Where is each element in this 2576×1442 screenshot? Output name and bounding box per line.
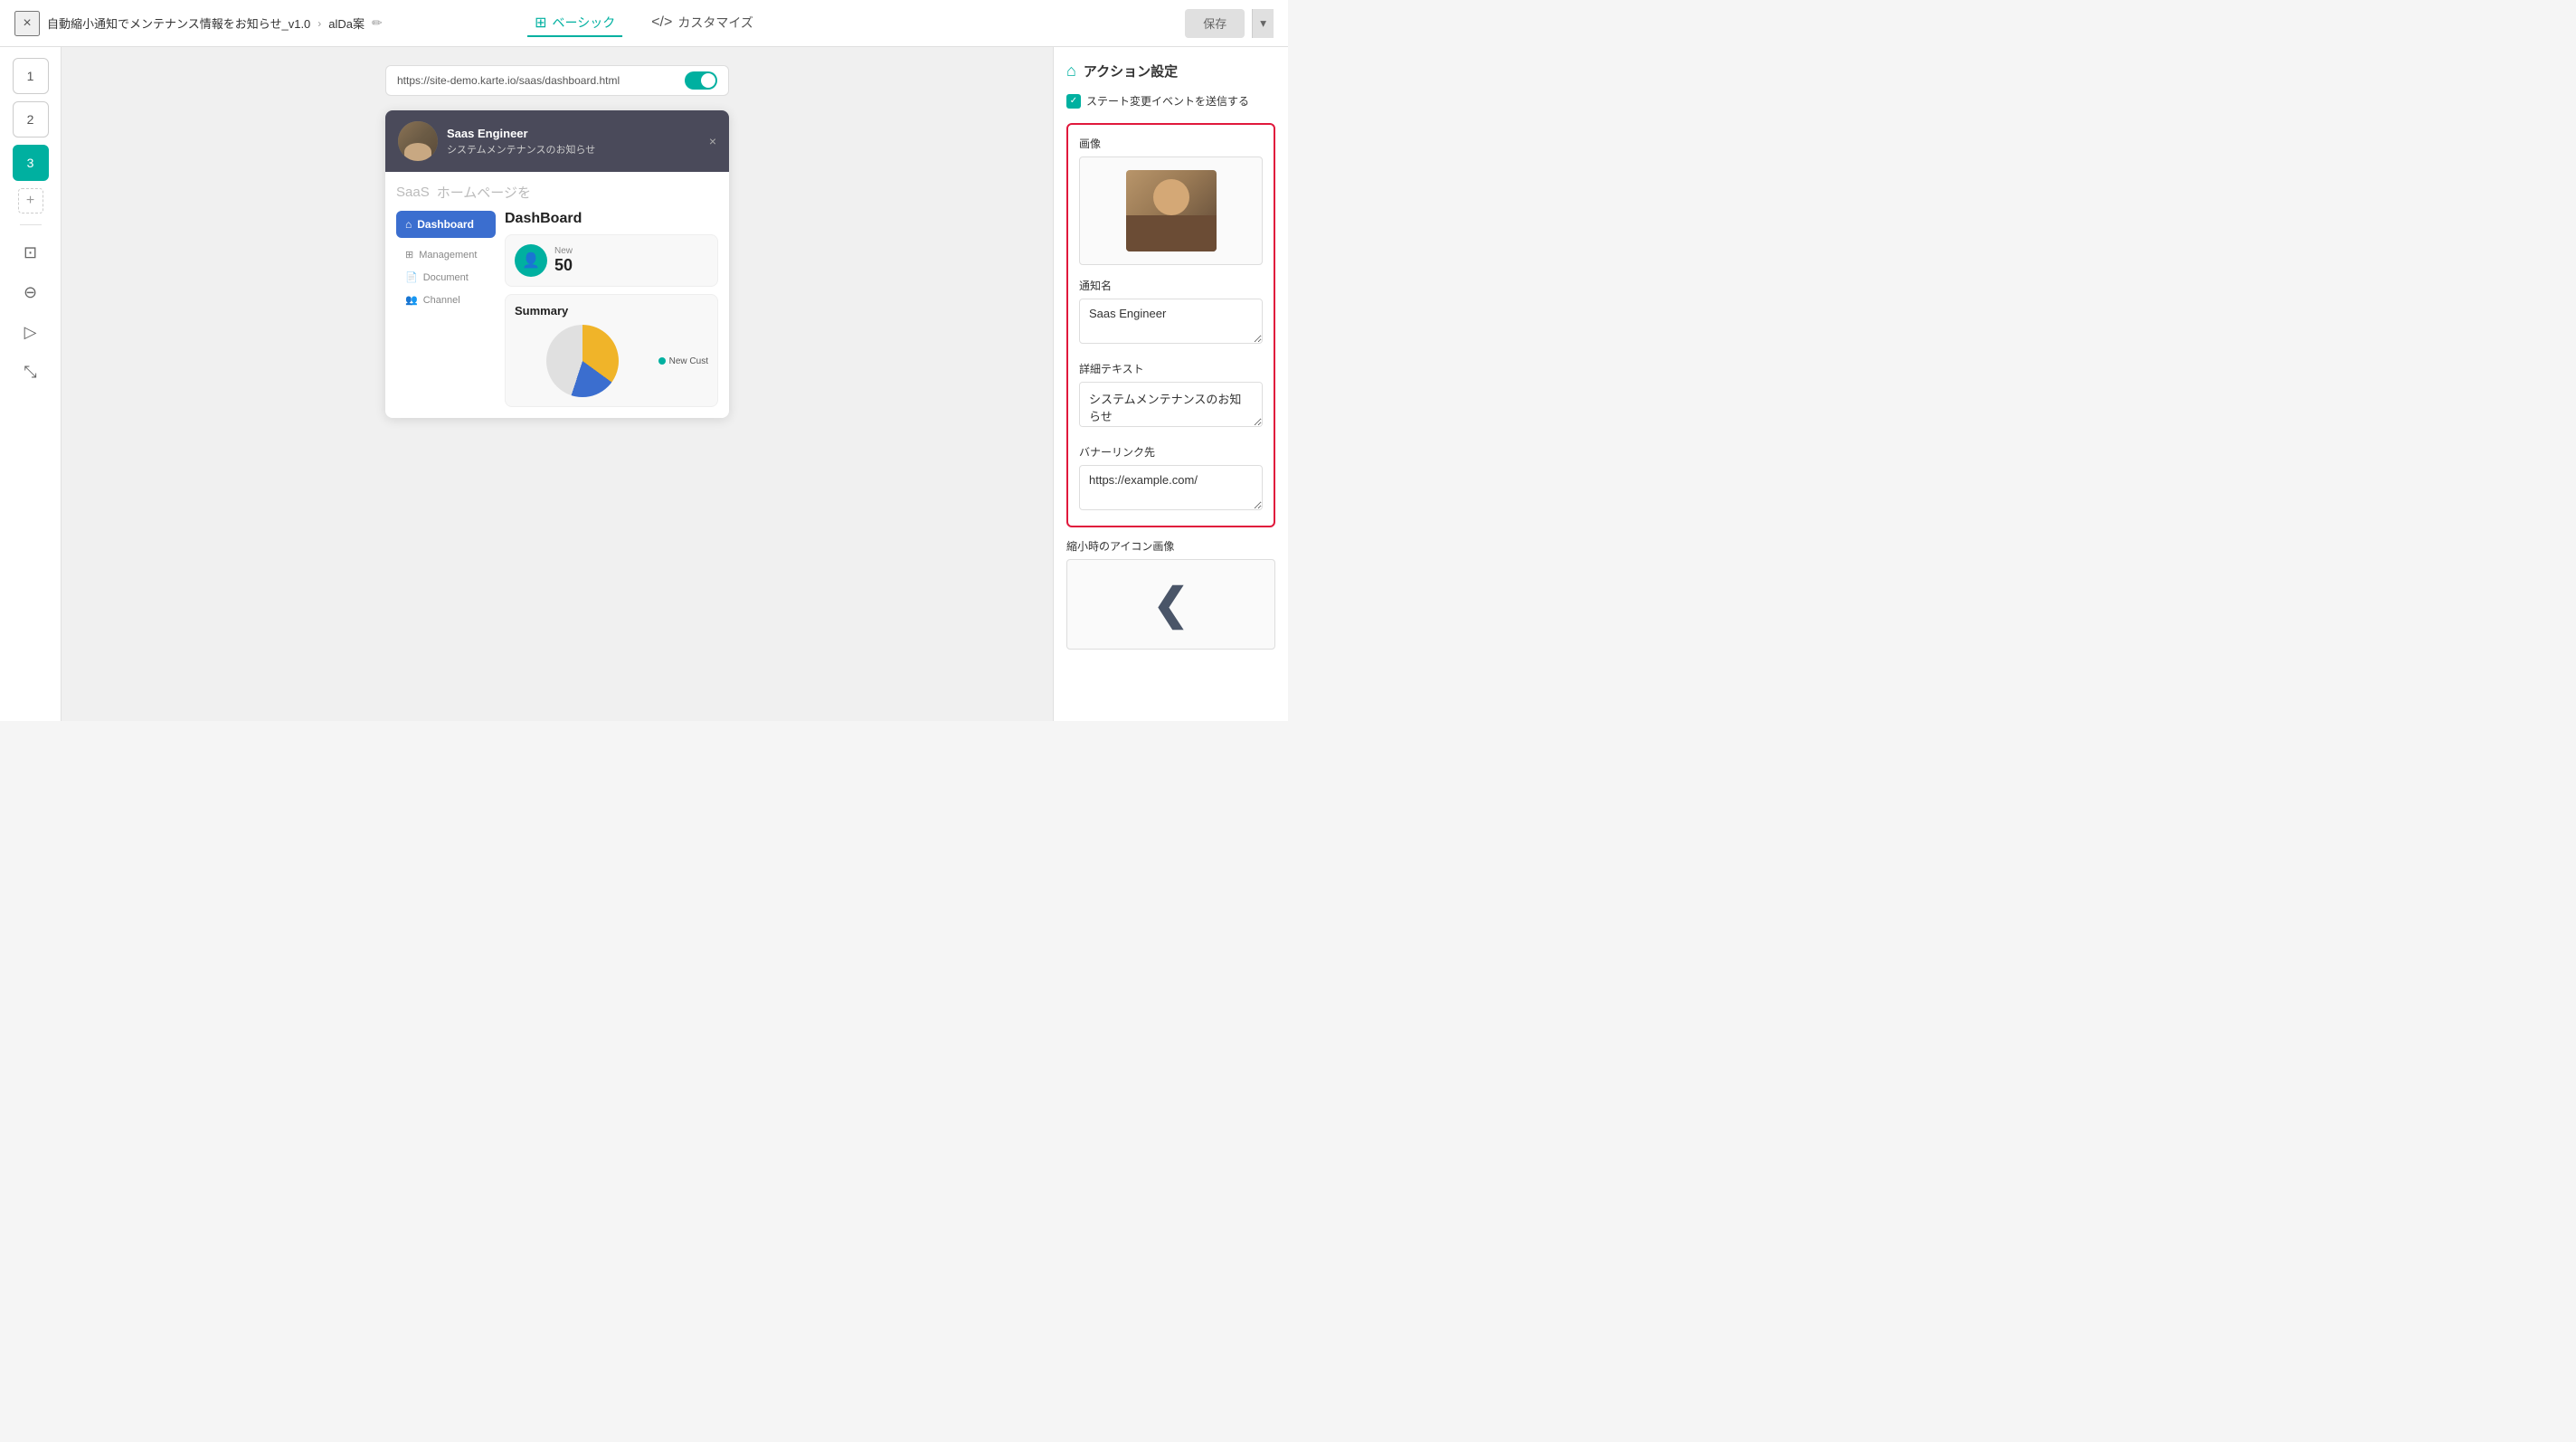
expand-tool-icon[interactable]: ⤡ bbox=[14, 356, 47, 388]
preview-area: https://site-demo.karte.io/saas/dashboar… bbox=[62, 47, 1053, 721]
step-1[interactable]: 1 bbox=[13, 58, 49, 94]
right-panel: ⌂ アクション設定 ✓ ステート変更イベントを送信する 画像 通知名 Saas … bbox=[1053, 47, 1288, 721]
notification-title: Saas Engineer bbox=[447, 127, 700, 140]
save-dropdown-button[interactable]: ▾ bbox=[1252, 9, 1274, 38]
banner-link-label: バナーリンク先 bbox=[1079, 444, 1263, 460]
panel-title: アクション設定 bbox=[1084, 62, 1178, 81]
project-name: alDa案 bbox=[328, 14, 365, 32]
tab-customize[interactable]: </> カスタマイズ bbox=[644, 10, 761, 37]
browser-frame: Saas Engineer システムメンテナンスのお知らせ × SaaS ホーム… bbox=[385, 110, 729, 418]
detail-text-label: 詳細テキスト bbox=[1079, 361, 1263, 376]
nav-channel-label: Channel bbox=[423, 295, 460, 306]
saas-content: SaaS ホームページを ⌂ Dashboard ⊞ Management bbox=[385, 172, 729, 418]
management-icon: ⊞ bbox=[405, 249, 413, 261]
layout-tool-icon[interactable]: ⊡ bbox=[14, 236, 47, 269]
arrow-icon: ❮ bbox=[1152, 579, 1189, 630]
code-icon: </> bbox=[651, 14, 672, 31]
stat-icon: 👤 bbox=[515, 244, 547, 277]
notification-popup: Saas Engineer システムメンテナンスのお知らせ × bbox=[385, 110, 729, 172]
state-change-checkbox[interactable]: ✓ bbox=[1066, 94, 1081, 109]
home-icon: ⌂ bbox=[1066, 62, 1076, 81]
main-layout: 1 2 3 + ⊡ ⊖ ▷ ⤡ https://site-demo.karte.… bbox=[0, 47, 1288, 721]
stat-values: New 50 bbox=[554, 246, 573, 275]
add-step-button[interactable]: + bbox=[18, 188, 43, 213]
tab-basic[interactable]: ⊞ ベーシック bbox=[527, 10, 622, 37]
sidebar-nav: ⌂ Dashboard ⊞ Management 📄 Document � bbox=[396, 211, 496, 407]
channel-icon: 👥 bbox=[405, 294, 418, 306]
nav-dashboard-item[interactable]: ⌂ Dashboard bbox=[396, 211, 496, 238]
url-toggle[interactable] bbox=[685, 71, 717, 90]
notification-name-input[interactable]: Saas Engineer bbox=[1079, 299, 1263, 344]
saas-title-row: SaaS ホームページを bbox=[396, 183, 718, 202]
breadcrumb: 自動縮小通知でメンテナンス情報をお知らせ_v1.0 bbox=[47, 14, 310, 32]
stat-card: 👤 New 50 bbox=[505, 234, 718, 287]
breadcrumb-arrow-icon: › bbox=[317, 17, 321, 30]
detail-text-input[interactable]: システムメンテナンスのお知らせ bbox=[1079, 382, 1263, 427]
content-area: DashBoard 👤 New 50 Summary bbox=[505, 211, 718, 407]
banner-link-input[interactable]: https://example.com/ bbox=[1079, 465, 1263, 510]
url-text: https://site-demo.karte.io/saas/dashboar… bbox=[397, 74, 620, 87]
panel-header: ⌂ アクション設定 bbox=[1066, 62, 1275, 81]
topbar: × 自動縮小通知でメンテナンス情報をお知らせ_v1.0 › alDa案 ✏ ⊞ … bbox=[0, 0, 1288, 47]
checkbox-row: ✓ ステート変更イベントを送信する bbox=[1066, 93, 1275, 109]
action-config-section: 画像 通知名 Saas Engineer 詳細テキスト システムメンテナンスのお… bbox=[1066, 123, 1275, 527]
step-3[interactable]: 3 bbox=[13, 145, 49, 181]
nav-channel-item[interactable]: 👥 Channel bbox=[396, 289, 496, 311]
mini-icon-section: 縮小時のアイコン画像 ❮ bbox=[1066, 538, 1275, 650]
edit-icon[interactable]: ✏ bbox=[372, 15, 383, 31]
dashboard-icon: ⌂ bbox=[405, 218, 412, 231]
legend-dot bbox=[658, 357, 666, 365]
notification-description: システムメンテナンスのお知らせ bbox=[447, 142, 700, 157]
notification-avatar bbox=[398, 121, 438, 161]
saas-title: SaaS bbox=[396, 185, 430, 200]
url-bar: https://site-demo.karte.io/saas/dashboar… bbox=[385, 65, 729, 96]
notif-name-label: 通知名 bbox=[1079, 278, 1263, 293]
dashboard-title: DashBoard bbox=[505, 211, 718, 227]
summary-title: Summary bbox=[515, 304, 708, 318]
saas-main: ⌂ Dashboard ⊞ Management 📄 Document � bbox=[396, 211, 718, 407]
divider bbox=[20, 224, 42, 225]
legend-item-new-cust: New Cust bbox=[658, 356, 708, 366]
tab-basic-label: ベーシック bbox=[552, 14, 615, 32]
saas-subtitle: ホームページを bbox=[437, 183, 531, 202]
nav-dashboard-label: Dashboard bbox=[417, 218, 474, 231]
user-photo bbox=[1126, 170, 1217, 251]
close-button[interactable]: × bbox=[14, 11, 40, 36]
topbar-right: 保存 ▾ bbox=[1185, 9, 1274, 38]
step-2[interactable]: 2 bbox=[13, 101, 49, 138]
nav-management-label: Management bbox=[419, 250, 477, 261]
image-upload-area[interactable] bbox=[1079, 157, 1263, 265]
nav-document-label: Document bbox=[423, 272, 469, 283]
topbar-center: ⊞ ベーシック </> カスタマイズ bbox=[527, 10, 761, 37]
donut-chart bbox=[546, 325, 619, 397]
avatar-image bbox=[398, 121, 438, 161]
nav-management-item[interactable]: ⊞ Management bbox=[396, 243, 496, 266]
notification-text: Saas Engineer システムメンテナンスのお知らせ bbox=[447, 127, 700, 157]
mini-icon-label: 縮小時のアイコン画像 bbox=[1066, 538, 1275, 554]
chart-legend: New Cust bbox=[658, 356, 708, 366]
tab-customize-label: カスタマイズ bbox=[677, 14, 753, 32]
save-button[interactable]: 保存 bbox=[1185, 9, 1245, 38]
checkbox-label: ステート変更イベントを送信する bbox=[1086, 93, 1249, 109]
steps-sidebar: 1 2 3 + ⊡ ⊖ ▷ ⤡ bbox=[0, 47, 62, 721]
nav-document-item[interactable]: 📄 Document bbox=[396, 266, 496, 289]
document-icon: 📄 bbox=[405, 271, 418, 283]
tags-tool-icon[interactable]: ⊖ bbox=[14, 276, 47, 308]
layout-icon: ⊞ bbox=[535, 14, 546, 32]
image-field-label: 画像 bbox=[1079, 136, 1263, 151]
stat-label: New bbox=[554, 246, 573, 256]
notification-close-icon[interactable]: × bbox=[709, 134, 716, 148]
video-tool-icon[interactable]: ▷ bbox=[14, 316, 47, 348]
summary-card: Summary New Cust bbox=[505, 294, 718, 407]
stat-value: 50 bbox=[554, 256, 573, 275]
mini-image-upload-area[interactable]: ❮ bbox=[1066, 559, 1275, 650]
